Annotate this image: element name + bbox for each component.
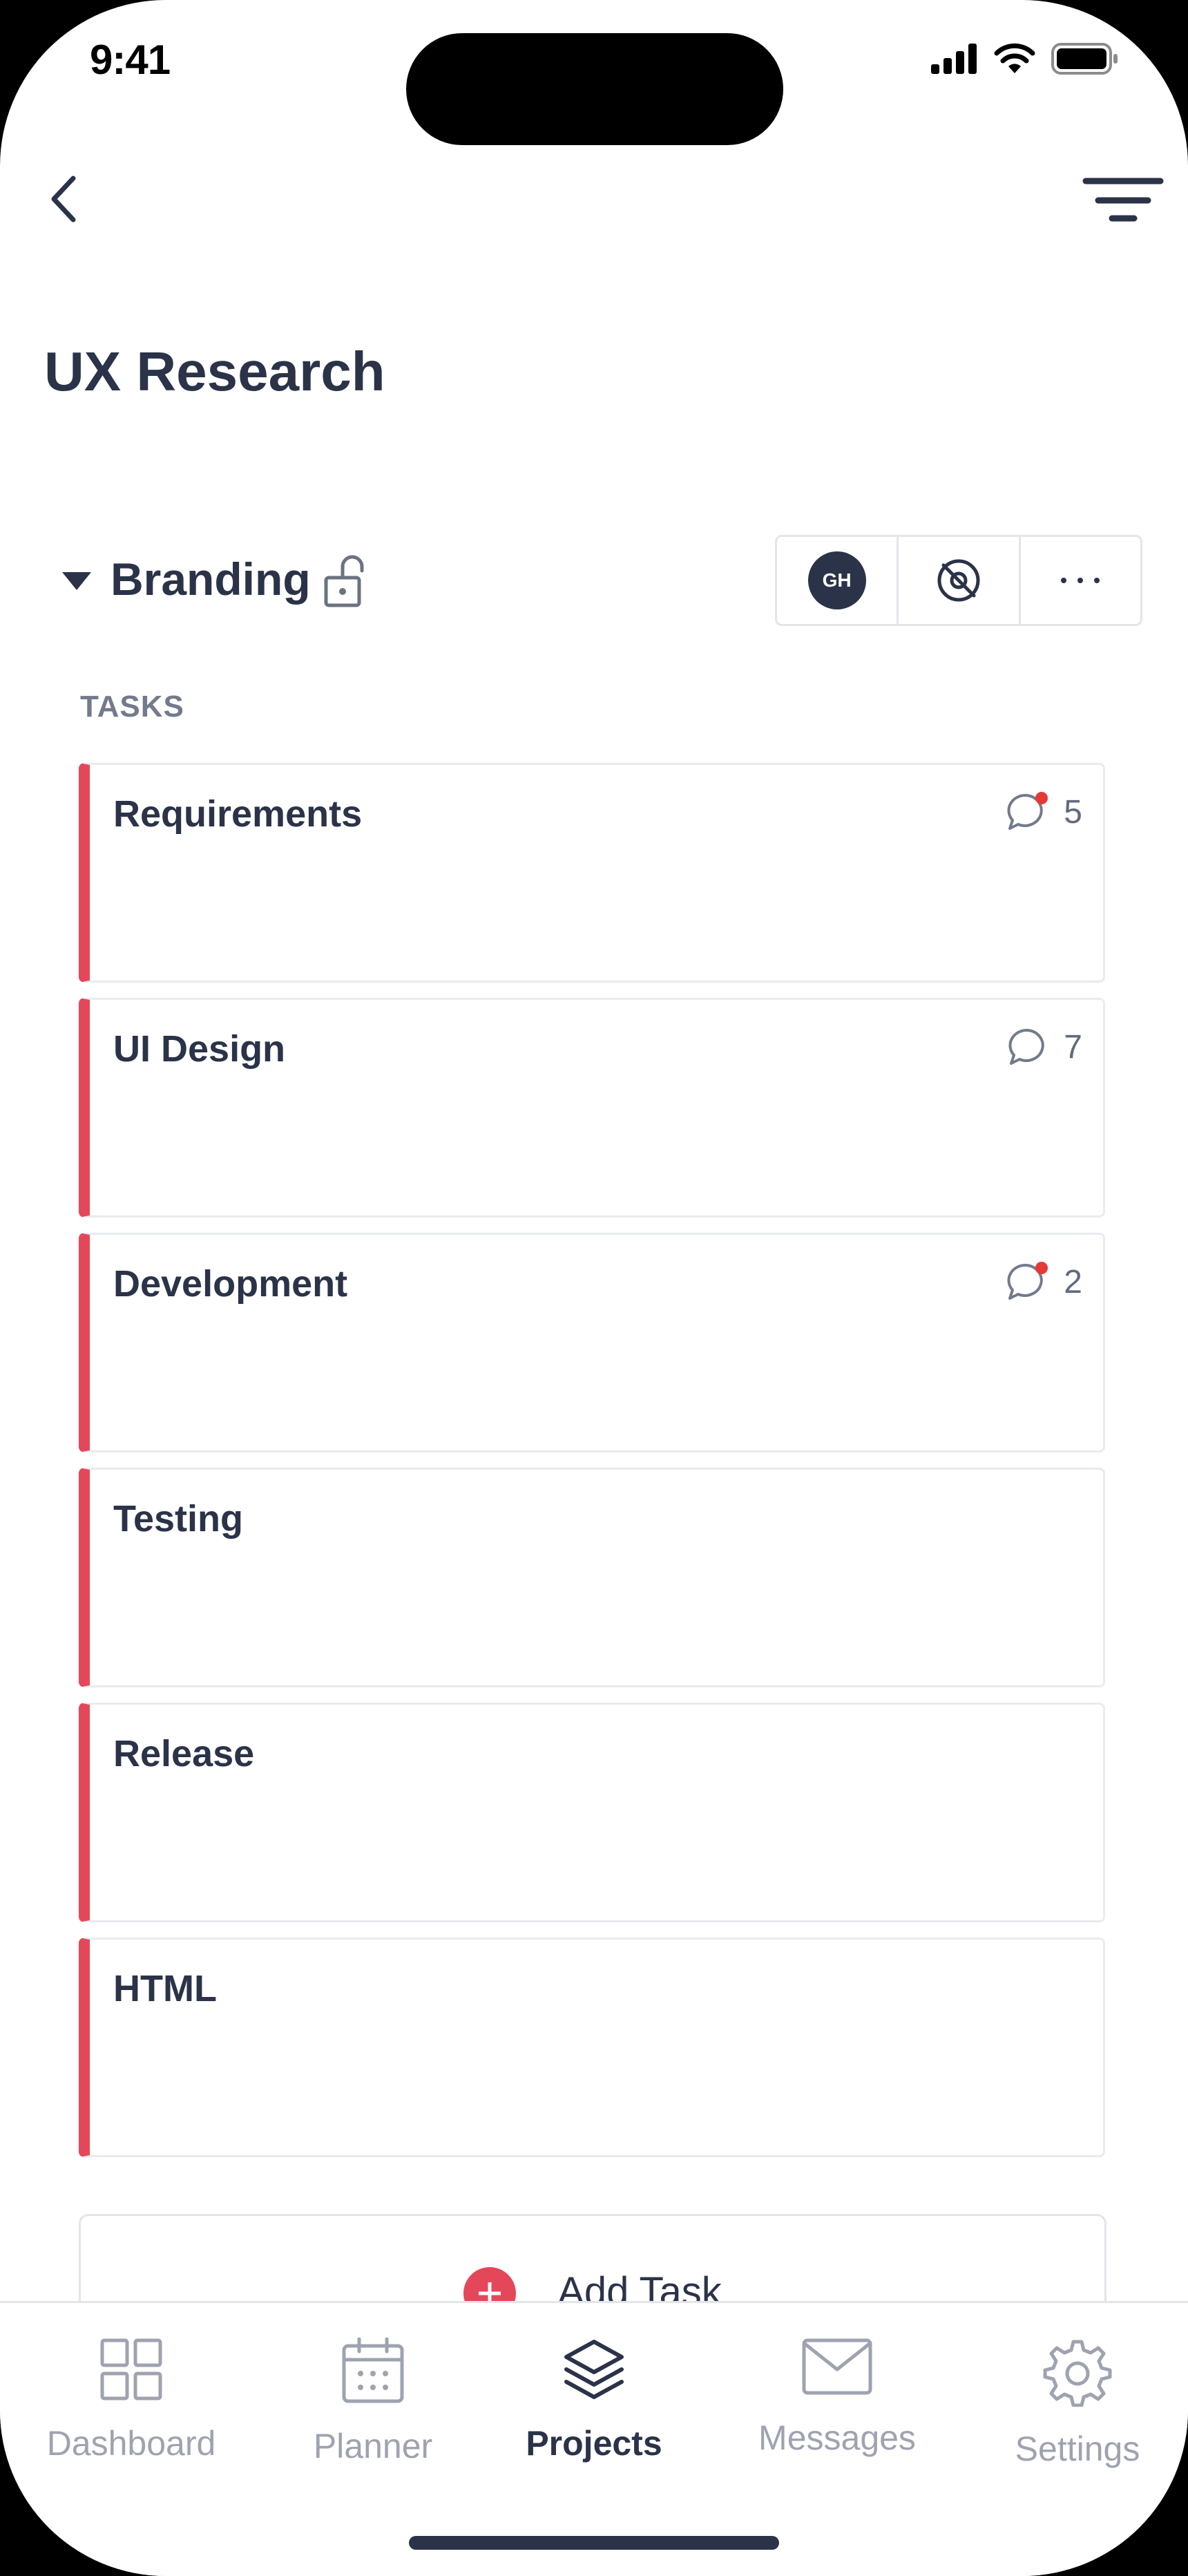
chevron-left-icon — [51, 176, 76, 222]
hide-button[interactable] — [899, 537, 1021, 624]
tab-label: Dashboard — [46, 2424, 216, 2463]
task-card[interactable]: UI Design 7 — [79, 998, 1105, 1218]
wifi-icon — [994, 43, 1035, 73]
task-name: UI Design — [113, 1028, 286, 1070]
eye-off-icon — [937, 559, 980, 602]
task-card[interactable]: HTML — [79, 1938, 1105, 2157]
tab-messages[interactable]: Messages — [727, 2303, 948, 2510]
tasks-section-label: TASKS — [80, 690, 184, 723]
comment-unread-icon — [1007, 792, 1048, 830]
status-icons — [931, 43, 1119, 75]
caret-down-icon — [62, 572, 91, 590]
tab-projects[interactable]: Projects — [483, 2303, 705, 2510]
tab-dashboard[interactable]: Dashboard — [21, 2303, 242, 2510]
page-title: UX Research — [44, 341, 385, 402]
tab-label: Planner — [313, 2427, 433, 2465]
comment-count: 7 — [1064, 1028, 1082, 1066]
assignee-button[interactable]: GH — [777, 537, 899, 624]
tab-settings[interactable]: Settings — [967, 2303, 1188, 2510]
filter-icon — [1082, 178, 1164, 222]
filter-button[interactable] — [1082, 173, 1165, 228]
battery-icon — [1051, 43, 1118, 75]
more-options-button[interactable] — [1021, 537, 1140, 624]
tab-label: Messages — [758, 2418, 916, 2457]
calendar-icon — [342, 2338, 404, 2403]
avatar: GH — [807, 551, 866, 609]
comment-unread-icon — [1007, 1262, 1048, 1300]
collapse-section-button[interactable] — [61, 571, 93, 591]
comment-icon — [1008, 1028, 1045, 1065]
grid-icon — [100, 2338, 162, 2400]
task-name: Release — [113, 1733, 255, 1774]
comment-count: 2 — [1064, 1263, 1082, 1300]
task-name: Testing — [113, 1498, 243, 1540]
task-card[interactable]: Development 2 — [79, 1233, 1105, 1452]
task-name: Requirements — [113, 793, 363, 835]
tab-label: Settings — [1015, 2430, 1140, 2468]
task-card[interactable]: Testing — [79, 1468, 1105, 1687]
task-comments[interactable]: 5 — [1006, 791, 1082, 833]
task-comments[interactable]: 2 — [1006, 1261, 1082, 1303]
status-time: 9:41 — [90, 37, 171, 83]
unlock-icon[interactable] — [322, 553, 367, 608]
gear-icon — [1043, 2340, 1112, 2407]
task-list: Requirements 5 UI Design 7 Development 2… — [79, 763, 1105, 2172]
section-title[interactable]: Branding — [111, 553, 311, 605]
task-card[interactable]: Requirements 5 — [79, 763, 1105, 983]
section-actions: GH — [775, 535, 1142, 626]
task-name: Development — [113, 1263, 348, 1305]
layers-icon — [564, 2340, 624, 2399]
tab-label: Projects — [526, 2424, 662, 2463]
more-horizontal-icon — [1061, 578, 1100, 583]
dynamic-island — [406, 33, 783, 145]
comment-count: 5 — [1064, 793, 1082, 831]
tab-bar: Dashboard Planner Projects Messages Sett… — [0, 2301, 1188, 2576]
task-name: HTML — [113, 1968, 217, 2009]
signal-icon — [931, 44, 977, 74]
tab-planner[interactable]: Planner — [262, 2303, 483, 2510]
mail-icon — [802, 2338, 872, 2395]
back-button[interactable] — [44, 173, 86, 225]
phone-screen: 9:41 UX Research Branding GH TASKS Requi… — [0, 0, 1188, 2576]
task-card[interactable]: Release — [79, 1703, 1105, 1922]
task-comments[interactable]: 7 — [1006, 1026, 1082, 1068]
home-indicator[interactable] — [409, 2536, 779, 2550]
